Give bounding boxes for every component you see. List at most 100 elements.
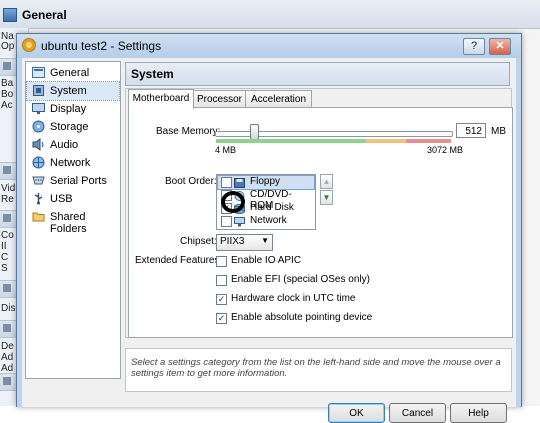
boot-item-network[interactable]: Network: [218, 215, 314, 228]
boot-item-label: Network: [250, 215, 287, 226]
base-memory-slider-thumb[interactable]: [249, 124, 259, 140]
slider-max-label: 3072 MB: [427, 145, 464, 155]
category-serial-ports[interactable]: Serial Ports: [27, 172, 119, 190]
category-label: Audio: [50, 139, 79, 151]
settings-dialog: ubuntu test2 - Settings ? ✕ General Syst…: [16, 33, 522, 423]
page-header: System: [125, 62, 510, 86]
scale-danger-segment: [406, 139, 451, 143]
help-window-button[interactable]: ?: [463, 38, 485, 55]
boot-item-label: Hard Disk: [250, 202, 294, 213]
boot-item-floppy[interactable]: Floppy: [217, 175, 315, 190]
boot-network-checkbox[interactable]: [221, 216, 232, 227]
feature-label: Hardware clock in UTC time: [231, 293, 356, 304]
scale-safe-segment: [216, 139, 366, 143]
category-network[interactable]: Network: [27, 154, 119, 172]
bg-snippet: C: [1, 252, 9, 263]
category-usb[interactable]: USB: [27, 190, 119, 208]
category-label: System: [50, 85, 87, 97]
bg-snippet: S: [1, 263, 8, 274]
bg-snippet: Dis: [1, 303, 16, 314]
chipset-select[interactable]: PIIX3 ▼: [216, 234, 273, 251]
bg-snippet: Ac: [1, 100, 13, 111]
bg-snippet: Ba: [1, 78, 14, 89]
efi-checkbox[interactable]: [216, 275, 227, 286]
bg-snippet: Bo: [1, 89, 14, 100]
serial-port-icon: [32, 174, 45, 187]
settings-page: Motherboard Processor Acceleration Base …: [125, 88, 513, 338]
annotation-circle: [221, 191, 245, 213]
bg-snippet: Re: [1, 194, 14, 205]
category-label: Shared Folders: [50, 211, 87, 235]
floppy-icon: [234, 177, 245, 188]
memory-range-scale: [216, 139, 451, 143]
category-display[interactable]: Display: [27, 100, 119, 118]
base-memory-unit: MB: [491, 126, 506, 137]
bg-snippet: II: [1, 241, 7, 252]
ok-button[interactable]: OK: [328, 403, 385, 423]
boot-order-label: Boot Order:: [165, 176, 217, 187]
gear-icon: [22, 38, 36, 52]
chevron-down-icon: ▼: [261, 236, 269, 245]
category-system[interactable]: System: [26, 81, 120, 101]
shared-folder-icon: [32, 210, 45, 223]
dialog-title: ubuntu test2 - Settings: [41, 39, 162, 53]
scale-warning-segment: [366, 139, 406, 143]
bg-snippet: De: [1, 341, 14, 352]
feature-label: Enable IO APIC: [231, 255, 302, 266]
info-text: Select a settings category from the list…: [131, 357, 501, 379]
category-label: Network: [50, 157, 91, 169]
boot-floppy-checkbox[interactable]: [221, 177, 232, 188]
slider-min-label: 4 MB: [215, 145, 237, 155]
tab-processor[interactable]: Processor: [192, 90, 247, 108]
network-icon: [32, 156, 45, 169]
tab-label: Motherboard: [132, 93, 190, 104]
background-header: General: [0, 0, 540, 29]
tab-label: Acceleration: [250, 94, 307, 105]
category-storage[interactable]: Storage: [27, 118, 119, 136]
category-shared-folders[interactable]: Shared Folders: [27, 208, 119, 235]
bg-snippet: Ad: [1, 352, 14, 363]
move-down-button[interactable]: ▼: [320, 190, 333, 205]
network-icon: [234, 216, 245, 227]
bg-snippet: Co: [1, 230, 14, 241]
feature-label: Enable absolute pointing device: [231, 312, 373, 323]
io-apic-checkbox[interactable]: [216, 256, 227, 267]
tab-acceleration[interactable]: Acceleration: [245, 90, 312, 108]
category-list[interactable]: General System Display Storage Audio Net…: [25, 61, 121, 379]
usb-icon: [32, 192, 45, 205]
chipset-label: Chipset:: [180, 236, 217, 247]
page-title: System: [131, 67, 174, 81]
chipset-value: PIIX3: [220, 236, 245, 247]
audio-icon: [32, 138, 45, 151]
tab-label: Processor: [196, 94, 242, 105]
utc-clock-checkbox[interactable]: ✓: [216, 294, 227, 305]
background-title: General: [22, 8, 67, 22]
close-window-button[interactable]: ✕: [489, 38, 511, 55]
base-memory-label: Base Memory:: [156, 126, 221, 137]
category-general[interactable]: General: [27, 64, 119, 82]
dialog-titlebar[interactable]: ubuntu test2 - Settings ? ✕: [17, 34, 521, 58]
system-icon: [32, 84, 45, 97]
move-up-button[interactable]: ▲: [320, 174, 333, 189]
cancel-button[interactable]: Cancel: [389, 403, 446, 423]
tab-motherboard[interactable]: Motherboard: [128, 89, 194, 109]
bg-snippet: Vid: [1, 183, 16, 194]
info-box: Select a settings category from the list…: [125, 348, 512, 392]
motherboard-tab-content: Base Memory: 4 MB 3072 MB 512 MB Boot Or…: [128, 107, 513, 338]
bg-snippet: Op: [1, 41, 15, 52]
category-label: General: [50, 67, 90, 79]
help-button[interactable]: Help: [450, 403, 507, 423]
display-icon: [32, 102, 45, 115]
category-audio[interactable]: Audio: [27, 136, 119, 154]
general-icon: [32, 66, 45, 79]
base-memory-input[interactable]: 512: [456, 123, 486, 138]
extended-features-label: Extended Features:: [135, 255, 223, 266]
absolute-pointing-checkbox[interactable]: ✓: [216, 313, 227, 324]
category-label: Display: [50, 103, 87, 115]
dialog-client-area: General System Display Storage Audio Net…: [22, 58, 516, 423]
boot-item-label: Floppy: [250, 176, 281, 187]
category-label: Storage: [50, 121, 89, 133]
feature-label: Enable EFI (special OSes only): [231, 274, 370, 285]
category-label: Serial Ports: [50, 175, 107, 187]
category-label: USB: [50, 193, 73, 205]
